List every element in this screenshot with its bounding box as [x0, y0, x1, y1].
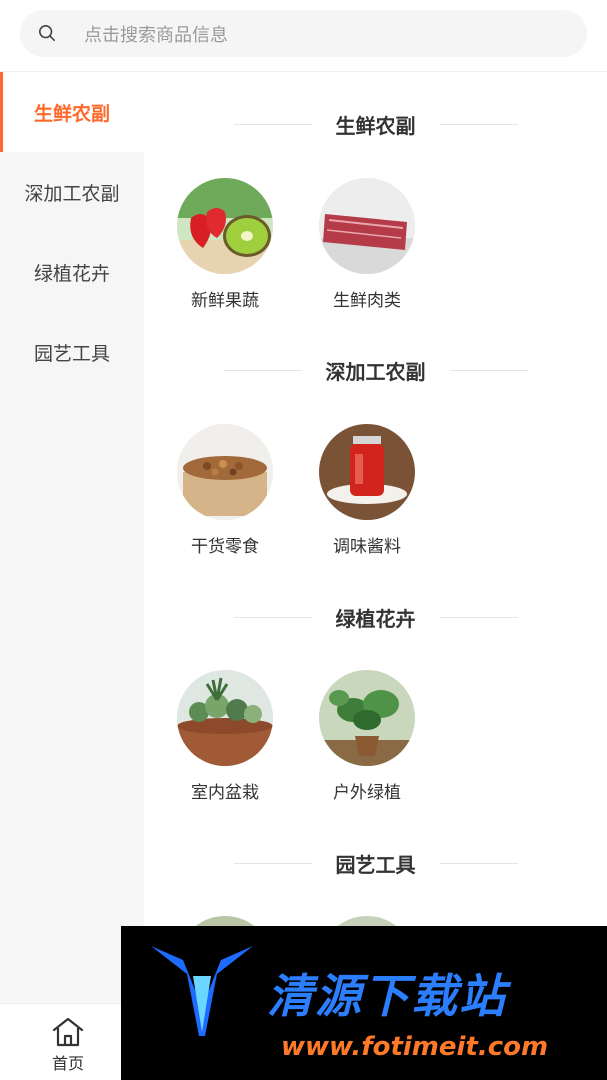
sidebar-item-processed[interactable]: 深加工农副: [0, 152, 144, 232]
sidebar-item-plants[interactable]: 绿植花卉: [0, 232, 144, 312]
category-item-snacks[interactable]: 干货零食: [170, 424, 280, 557]
section-title: 绿植花卉: [144, 602, 607, 632]
search-icon: [38, 24, 56, 42]
sidebar-item-label: 深加工农副: [24, 182, 120, 205]
category-label: 调味酱料: [333, 537, 401, 557]
category-item-sauce[interactable]: 调味酱料: [312, 424, 422, 557]
sidebar-item-fresh[interactable]: 生鲜农副: [0, 72, 144, 152]
category-label: 户外绿植: [333, 783, 401, 803]
category-label: 干货零食: [191, 537, 259, 557]
watermark-overlay: 清源下载站 www.fotimeit.com: [121, 926, 607, 1080]
category-item-fruit[interactable]: 新鲜果蔬: [170, 178, 280, 311]
watermark-logo-icon: [151, 946, 253, 1036]
sidebar-item-label: 绿植花卉: [33, 262, 110, 285]
watermark-url: www.fotimeit.com: [281, 1032, 549, 1062]
section-title: 深加工农副: [144, 355, 607, 385]
watermark-logo-text: 清源下载站: [267, 969, 507, 1023]
sidebar-item-tools[interactable]: 园艺工具: [0, 312, 144, 392]
category-content: 生鲜农副 新鲜果蔬 生鲜肉类 深加工农副 干货零食 调味酱料 绿植花卉 室内盆栽…: [144, 72, 607, 1007]
home-icon: [52, 1017, 84, 1047]
sauce-image: [319, 424, 415, 520]
search-header: 点击搜索商品信息: [0, 0, 607, 72]
succulent-image: [177, 670, 273, 766]
sidebar-item-label: 园艺工具: [33, 342, 110, 365]
meat-image: [319, 178, 415, 274]
category-item-indoor-plants[interactable]: 室内盆栽: [170, 670, 280, 803]
category-sidebar: 生鲜农副 深加工农副 绿植花卉 园艺工具: [0, 72, 144, 1007]
section-title: 生鲜农副: [144, 109, 607, 139]
category-item-outdoor-plants[interactable]: 户外绿植: [312, 670, 422, 803]
plant-image: [319, 670, 415, 766]
section-title: 园艺工具: [144, 848, 607, 878]
category-label: 生鲜肉类: [333, 291, 401, 311]
tab-home-label: 首页: [51, 1054, 84, 1073]
category-label: 室内盆栽: [191, 783, 259, 803]
tab-home[interactable]: 首页: [20, 1012, 116, 1076]
sidebar-item-label: 生鲜农副: [33, 102, 110, 125]
search-input[interactable]: 点击搜索商品信息: [84, 21, 228, 47]
fruit-image: [177, 178, 273, 274]
category-label: 新鲜果蔬: [191, 291, 259, 311]
nuts-image: [177, 424, 273, 520]
category-item-meat[interactable]: 生鲜肉类: [312, 178, 422, 311]
